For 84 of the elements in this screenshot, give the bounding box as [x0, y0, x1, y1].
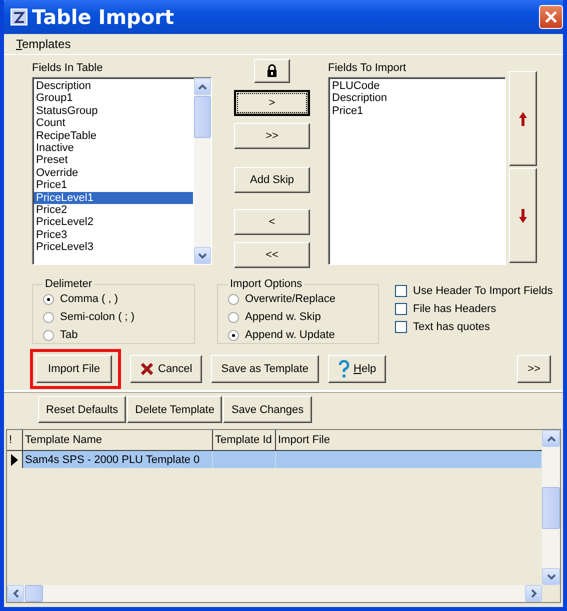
- action-button[interactable]: Cancel: [130, 355, 202, 383]
- list-item[interactable]: Count: [34, 117, 193, 130]
- scroll-up-icon: [198, 84, 207, 90]
- scroll-left-icon: [12, 589, 18, 598]
- list-item[interactable]: Override: [34, 166, 193, 180]
- list-item[interactable]: StatusGroup: [34, 104, 193, 118]
- menu-item[interactable]: Templates: [16, 37, 71, 51]
- radio-button[interactable]: [228, 312, 239, 322]
- x-icon: [140, 362, 154, 376]
- group-label: Delimeter: [44, 278, 94, 290]
- radio-button[interactable]: [43, 312, 54, 322]
- transfer-button[interactable]: >>: [234, 123, 310, 149]
- transfer-button[interactable]: <: [234, 209, 310, 235]
- radio-label: Tab: [60, 329, 78, 341]
- list-item[interactable]: Description: [34, 80, 193, 92]
- transfer-button[interactable]: >: [234, 90, 310, 116]
- list-item[interactable]: Price2: [34, 204, 193, 216]
- template-button[interactable]: Save Changes: [223, 396, 312, 423]
- radio-label: Append w. Skip: [245, 311, 321, 323]
- list-item[interactable]: Inactive: [34, 142, 193, 154]
- list-item[interactable]: Preset: [34, 154, 193, 167]
- group-label: Import Options: [229, 278, 304, 290]
- arrow-down-icon: [518, 208, 528, 224]
- radio-label: Overwrite/Replace: [245, 293, 336, 305]
- transfer-button[interactable]: Add Skip: [234, 167, 310, 193]
- column-header[interactable]: Import File: [276, 430, 542, 450]
- move-down-button[interactable]: [509, 168, 537, 263]
- scroll-down-icon: [546, 574, 556, 580]
- column-header[interactable]: Template Name: [23, 430, 213, 450]
- list-item[interactable]: Price1: [330, 104, 504, 118]
- column-header[interactable]: !: [7, 430, 23, 450]
- radio-button[interactable]: [43, 330, 54, 340]
- list-item[interactable]: RecipeTable: [34, 130, 193, 142]
- table-cell: Sam4s SPS - 2000 PLU Template 0: [23, 451, 213, 468]
- checkbox[interactable]: [395, 303, 407, 315]
- arrow-up-icon: [518, 110, 528, 126]
- scrollbar[interactable]: [542, 430, 560, 602]
- scroll-right-icon: [530, 589, 536, 598]
- window-title: Table Import: [32, 5, 176, 29]
- action-button[interactable]: Save as Template: [211, 355, 318, 383]
- radio-label: Semi-colon ( ; ): [60, 311, 135, 323]
- scroll-thumb[interactable]: [194, 96, 211, 138]
- checkbox[interactable]: [395, 321, 407, 333]
- radio-label: Append w. Update: [245, 329, 335, 341]
- current-row-icon: [11, 454, 18, 466]
- lock-icon: [266, 64, 278, 78]
- template-button[interactable]: Delete Template: [127, 396, 222, 423]
- move-up-button[interactable]: [509, 71, 537, 166]
- list-label: Fields To Import: [328, 61, 408, 75]
- template-button[interactable]: Reset Defaults: [38, 396, 126, 423]
- scroll-thumb[interactable]: [542, 487, 560, 529]
- list-item[interactable]: PLUCode: [330, 80, 504, 92]
- lock-button[interactable]: [254, 59, 290, 83]
- scroll-thumb[interactable]: [25, 585, 43, 602]
- radio-button[interactable]: [228, 330, 239, 340]
- list-item[interactable]: PriceLevel1: [34, 192, 193, 204]
- list-item[interactable]: Description: [330, 92, 504, 105]
- close-icon: [544, 10, 558, 24]
- list-item[interactable]: Group1: [34, 92, 193, 105]
- scroll-up-icon: [546, 436, 556, 442]
- radio-button[interactable]: [43, 294, 54, 304]
- checkbox-label: Use Header To Import Fields: [413, 285, 553, 297]
- action-button[interactable]: Help: [328, 355, 386, 383]
- table-cell: [213, 451, 276, 468]
- close-button[interactable]: [539, 5, 563, 29]
- scrollbar[interactable]: [7, 585, 542, 602]
- app-icon: [10, 8, 28, 26]
- list-item[interactable]: Price1: [34, 179, 193, 192]
- scroll-down-icon: [198, 252, 207, 258]
- list-label: Fields In Table: [32, 61, 104, 75]
- radio-label: Comma ( , ): [60, 293, 118, 305]
- column-header[interactable]: Template Id: [213, 430, 276, 450]
- transfer-button[interactable]: <<: [234, 242, 310, 268]
- checkbox-label: Text has quotes: [413, 321, 490, 333]
- list-item[interactable]: PriceLevel2: [34, 216, 193, 229]
- action-button[interactable]: Import File: [36, 355, 112, 383]
- more-button[interactable]: >>: [517, 355, 551, 383]
- scrollbar[interactable]: [194, 78, 211, 264]
- list-item[interactable]: PriceLevel3: [34, 241, 193, 254]
- checkbox-label: File has Headers: [413, 303, 496, 315]
- checkbox[interactable]: [395, 285, 407, 297]
- list-item[interactable]: Price3: [34, 228, 193, 242]
- radio-button[interactable]: [228, 294, 239, 304]
- question-mark-icon: [338, 360, 350, 378]
